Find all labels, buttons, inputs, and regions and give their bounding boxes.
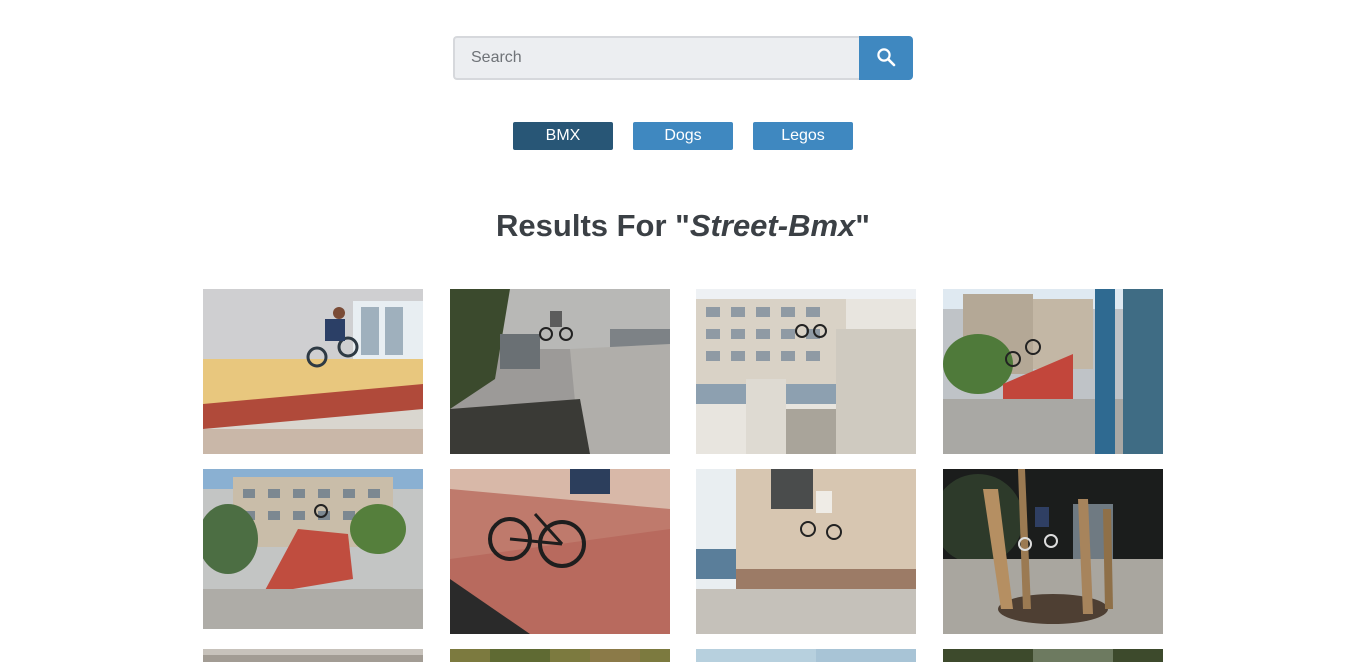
photo-thumbnail[interactable] <box>203 469 423 629</box>
photo-thumbnail[interactable] <box>696 289 916 454</box>
page: BMX Dogs Legos Results For "Street-Bmx" <box>0 0 1366 662</box>
photo-thumbnail[interactable] <box>696 469 916 634</box>
category-button-legos[interactable]: Legos <box>753 122 853 150</box>
results-heading-suffix: " <box>855 208 870 243</box>
photo-thumbnail[interactable] <box>943 289 1163 454</box>
search-form <box>453 36 913 80</box>
category-nav: BMX Dogs Legos <box>513 122 853 150</box>
search-icon <box>876 47 896 70</box>
category-button-bmx[interactable]: BMX <box>513 122 613 150</box>
photo-thumbnail[interactable] <box>450 469 670 634</box>
photo-thumbnail[interactable] <box>943 469 1163 634</box>
photo-thumbnail[interactable] <box>696 649 916 662</box>
search-input[interactable] <box>453 36 859 80</box>
results-heading: Results For "Street-Bmx" <box>0 208 1366 244</box>
photo-thumbnail[interactable] <box>943 649 1163 662</box>
photo-thumbnail[interactable] <box>450 289 670 454</box>
search-button[interactable] <box>859 36 913 80</box>
results-heading-prefix: Results For " <box>496 208 690 243</box>
photo-thumbnail[interactable] <box>450 649 670 662</box>
photo-thumbnail[interactable] <box>203 649 423 662</box>
category-button-dogs[interactable]: Dogs <box>633 122 733 150</box>
results-query: Street-Bmx <box>689 208 856 243</box>
photo-thumbnail[interactable] <box>203 289 423 454</box>
